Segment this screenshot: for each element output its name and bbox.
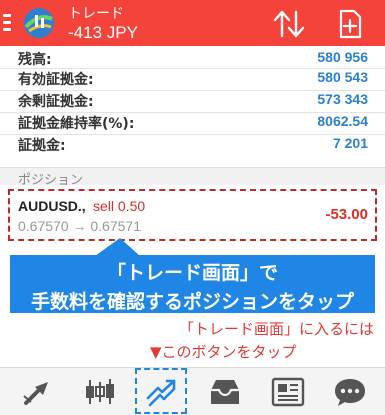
- balance-value: 580 956: [317, 49, 368, 65]
- news-icon: [271, 377, 305, 407]
- menu-icon[interactable]: [3, 14, 11, 32]
- tab-quotes[interactable]: [14, 370, 62, 414]
- sort-icon[interactable]: [271, 8, 307, 40]
- free-margin-value: 573 343: [317, 91, 368, 107]
- margin-label: 証拠金:: [18, 138, 66, 154]
- callout-line-2: 手数料を確認するポジションをタップ: [30, 291, 354, 313]
- positions-header: ポジション: [0, 167, 385, 188]
- chart-icon: [86, 379, 114, 404]
- tab-news[interactable]: [264, 370, 312, 414]
- floating-profit: -413 JPY: [68, 23, 138, 42]
- tab-history[interactable]: [201, 370, 249, 414]
- margin-level-row: 証拠金維持率(%): 8062.54: [0, 112, 385, 134]
- new-order-icon[interactable]: [334, 8, 366, 40]
- account-summary: 残高: 580 956 有効証拠金: 580 543 余剰証拠金: 573 34…: [0, 49, 385, 156]
- bottom-tab-bar: [0, 367, 385, 415]
- margin-level-value: 8062.54: [317, 113, 368, 129]
- tab-chat[interactable]: [326, 370, 374, 414]
- margin-row: 証拠金: 7 201: [0, 134, 385, 156]
- position-highlight-box: [8, 189, 377, 241]
- annotation-callout: 「トレード画面」で 手数料を確認するポジションをタップ: [10, 255, 375, 313]
- hint-line-1: 「トレード画面」に入るには: [178, 320, 374, 338]
- screen-title: トレード: [68, 6, 124, 22]
- free-margin-label: 余剰証拠金:: [18, 94, 94, 110]
- hint-line-2: ▼このボタンをタップ: [150, 343, 297, 361]
- top-bar: トレード -413 JPY: [0, 0, 385, 46]
- free-margin-row: 余剰証拠金: 573 343: [0, 90, 385, 112]
- quotes-icon: [23, 382, 48, 405]
- balance-label: 残高:: [18, 52, 52, 68]
- balance-row: 残高: 580 956: [0, 49, 385, 68]
- margin-level-label: 証拠金維持率(%):: [18, 116, 135, 132]
- equity-value: 580 543: [317, 69, 368, 85]
- equity-row: 有効証拠金: 580 543: [0, 68, 385, 90]
- app-logo: [24, 8, 54, 38]
- history-icon: [211, 380, 239, 404]
- callout-line-1: 「トレード画面」で: [106, 262, 278, 284]
- tab-chart[interactable]: [76, 370, 124, 414]
- trade-tab-highlight-box: [135, 368, 187, 414]
- chat-icon: [335, 379, 365, 406]
- equity-label: 有効証拠金:: [18, 72, 94, 88]
- margin-value: 7 201: [332, 135, 368, 151]
